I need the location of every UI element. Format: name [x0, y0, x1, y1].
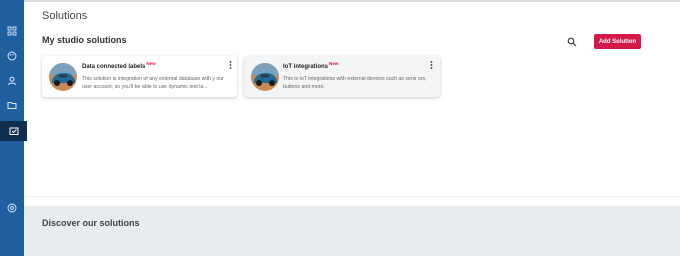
sidebar-item-help[interactable]	[0, 199, 24, 217]
sidebar-item-design[interactable]	[0, 47, 24, 65]
solution-card-data-connected-labels[interactable]: Data connected labelsNew This solution i…	[42, 56, 237, 97]
palette-icon	[7, 51, 17, 61]
sidebar-item-solutions[interactable]	[0, 121, 27, 141]
dashboard-icon	[7, 26, 17, 36]
discover-section: Discover our solutions	[24, 206, 680, 256]
folder-icon	[7, 102, 17, 109]
card-title-text: IoT integrations	[283, 64, 328, 70]
sidebar-item-users[interactable]	[0, 72, 24, 90]
card-menu-button[interactable]	[227, 60, 233, 70]
discover-title: Discover our solutions	[42, 218, 140, 228]
card-description: This solution is integration of any exte…	[82, 76, 224, 90]
card-title: IoT integrationsNew	[283, 61, 339, 70]
sidebar-item-files[interactable]	[0, 96, 24, 114]
help-icon	[7, 203, 17, 213]
card-title: Data connected labelsNew	[82, 61, 156, 70]
top-border	[24, 0, 680, 2]
card-description: This is IoT integrations with external d…	[283, 76, 427, 90]
search-button[interactable]	[565, 35, 579, 49]
more-vertical-icon	[229, 61, 231, 69]
search-icon	[567, 37, 577, 47]
solution-thumbnail	[251, 63, 279, 91]
section-title: My studio solutions	[42, 35, 127, 45]
add-solution-button[interactable]: Add Solution	[594, 34, 641, 49]
solution-thumbnail	[49, 63, 77, 91]
solutions-icon	[9, 127, 18, 135]
user-icon	[8, 76, 16, 86]
card-menu-button[interactable]	[428, 60, 434, 70]
section-divider	[24, 196, 680, 197]
page-title: Solutions	[42, 10, 88, 22]
card-title-text: Data connected labels	[82, 64, 146, 70]
sidebar-item-dashboard[interactable]	[0, 22, 24, 40]
sidebar	[0, 0, 27, 256]
new-badge: New	[329, 61, 339, 66]
solution-card-iot-integrations[interactable]: IoT integrationsNew This is IoT integrat…	[244, 56, 440, 97]
more-vertical-icon	[430, 61, 432, 69]
new-badge: New	[146, 61, 156, 66]
